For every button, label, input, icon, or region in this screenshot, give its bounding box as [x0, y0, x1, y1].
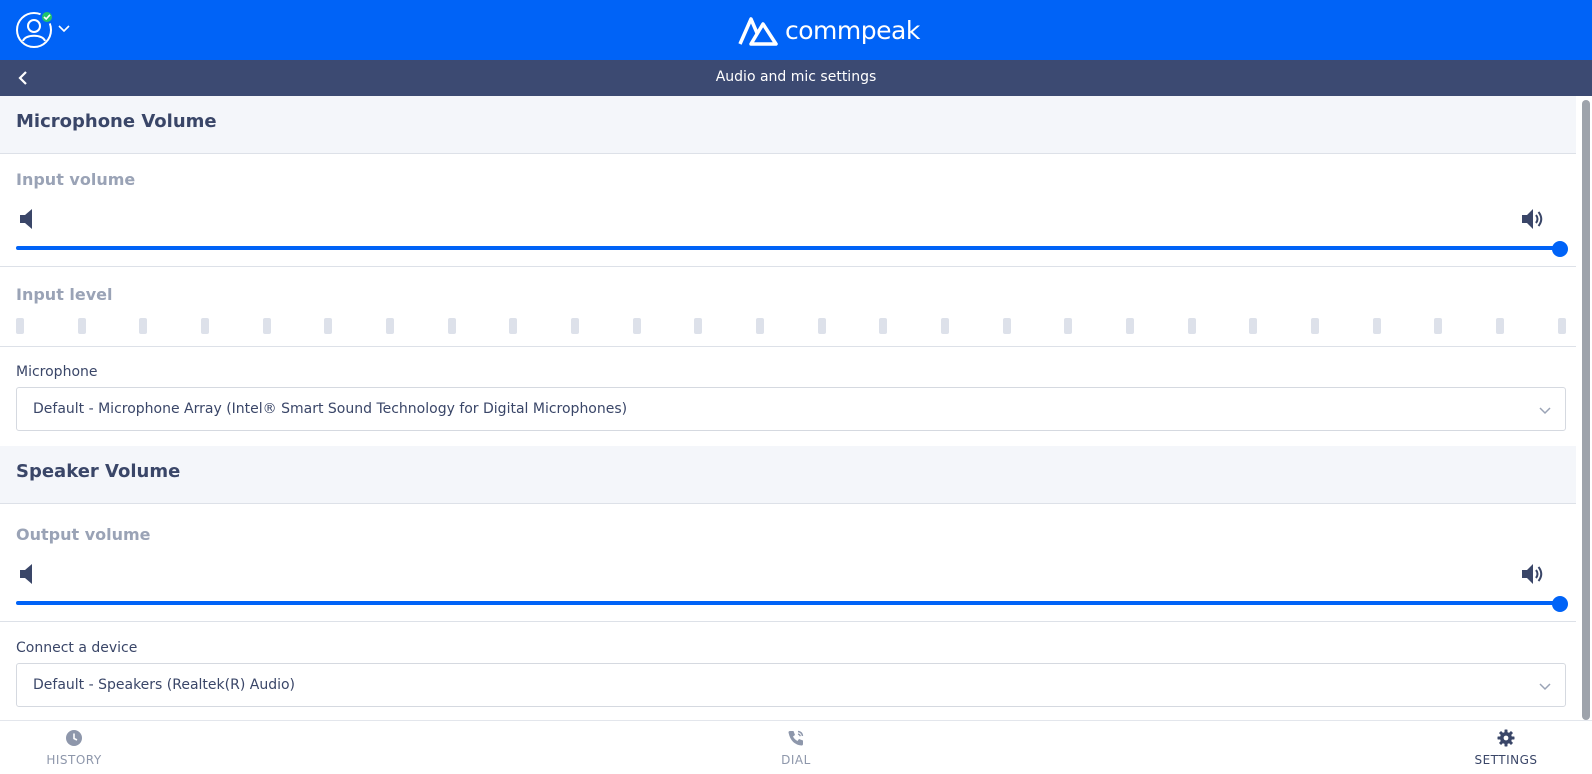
- divider: [0, 621, 1576, 622]
- brand-logo: commpeak: [737, 12, 920, 48]
- input-level-bar: [694, 318, 703, 334]
- scrollbar-thumb[interactable]: [1582, 100, 1590, 720]
- input-level-bar: [1434, 318, 1443, 334]
- page-header: Audio and mic settings: [0, 60, 1592, 96]
- microphone-select[interactable]: Default - Microphone Array (Intel® Smart…: [16, 387, 1566, 431]
- output-volume-label: Output volume: [16, 525, 151, 544]
- input-level-bar: [447, 318, 456, 334]
- gear-icon: [1497, 729, 1515, 747]
- input-level-bar: [386, 318, 395, 334]
- input-level-bar: [571, 318, 580, 334]
- input-level-bar: [632, 318, 641, 334]
- speaker-select[interactable]: Default - Speakers (Realtek(R) Audio): [16, 663, 1566, 707]
- volume-low-icon[interactable]: [16, 206, 42, 232]
- input-level-bar: [1496, 318, 1505, 334]
- nav-settings-label: SETTINGS: [1474, 753, 1538, 767]
- input-volume-slider[interactable]: [16, 241, 1568, 257]
- page-title: Audio and mic settings: [715, 69, 877, 85]
- microphone-section-header: Microphone Volume: [0, 96, 1576, 154]
- volume-high-icon[interactable]: [1520, 206, 1546, 232]
- settings-content[interactable]: Microphone Volume Input volume Input lev…: [0, 96, 1576, 720]
- input-level-bar: [139, 318, 148, 334]
- speaker-section-header: Speaker Volume: [0, 446, 1576, 504]
- input-level-bar: [879, 318, 888, 334]
- input-level-bar: [756, 318, 765, 334]
- input-level-bar: [262, 318, 271, 334]
- input-level-bar: [1311, 318, 1320, 334]
- input-level-bar: [1249, 318, 1258, 334]
- divider: [0, 266, 1576, 267]
- speaker-section-title: Speaker Volume: [16, 461, 181, 482]
- commpeak-logo-icon: [738, 17, 778, 46]
- input-volume-label: Input volume: [16, 170, 136, 189]
- chevron-down-icon: [1539, 407, 1551, 415]
- output-volume-slider[interactable]: [16, 596, 1568, 612]
- phone-icon: [788, 730, 804, 746]
- input-level-meter: [16, 318, 1566, 336]
- volume-low-icon[interactable]: [16, 561, 42, 587]
- input-level-bar: [16, 318, 24, 334]
- microphone-label: Microphone: [16, 364, 98, 380]
- input-level-bar: [1187, 318, 1196, 334]
- speaker-device-label: Connect a device: [16, 640, 138, 656]
- nav-history-label: HISTORY: [46, 753, 102, 767]
- input-level-bar: [324, 318, 333, 334]
- input-level-bar: [1557, 318, 1566, 334]
- input-level-bar: [77, 318, 86, 334]
- chevron-down-icon: [1539, 683, 1551, 691]
- speaker-select-value: Default - Speakers (Realtek(R) Audio): [33, 677, 296, 693]
- volume-high-icon[interactable]: [1520, 561, 1546, 587]
- input-volume-track: [16, 246, 1560, 250]
- clock-icon: [66, 730, 82, 746]
- input-level-bar: [1372, 318, 1381, 334]
- input-level-label: Input level: [16, 285, 113, 304]
- microphone-section-title: Microphone Volume: [16, 111, 217, 132]
- brand-name: commpeak: [785, 15, 920, 45]
- divider: [0, 346, 1576, 347]
- microphone-select-value: Default - Microphone Array (Intel® Smart…: [33, 401, 628, 417]
- nav-history[interactable]: HISTORY: [24, 729, 124, 767]
- online-status-icon: [40, 10, 54, 24]
- input-level-bar: [1126, 318, 1135, 334]
- output-volume-thumb[interactable]: [1552, 596, 1568, 612]
- nav-dial-label: DIAL: [781, 753, 811, 767]
- top-bar: commpeak: [0, 0, 1592, 60]
- nav-dial[interactable]: DIAL: [746, 729, 846, 767]
- output-volume-track: [16, 601, 1560, 605]
- input-volume-thumb[interactable]: [1552, 241, 1568, 257]
- input-level-bar: [817, 318, 826, 334]
- input-level-bar: [201, 318, 210, 334]
- input-level-bar: [1064, 318, 1073, 334]
- nav-settings[interactable]: SETTINGS: [1456, 729, 1556, 767]
- input-level-bar: [941, 318, 950, 334]
- chevron-down-icon[interactable]: [56, 20, 72, 36]
- input-level-bar: [1002, 318, 1011, 334]
- bottom-navigation: HISTORY DIAL SETTINGS: [0, 720, 1592, 774]
- input-level-bar: [509, 318, 518, 334]
